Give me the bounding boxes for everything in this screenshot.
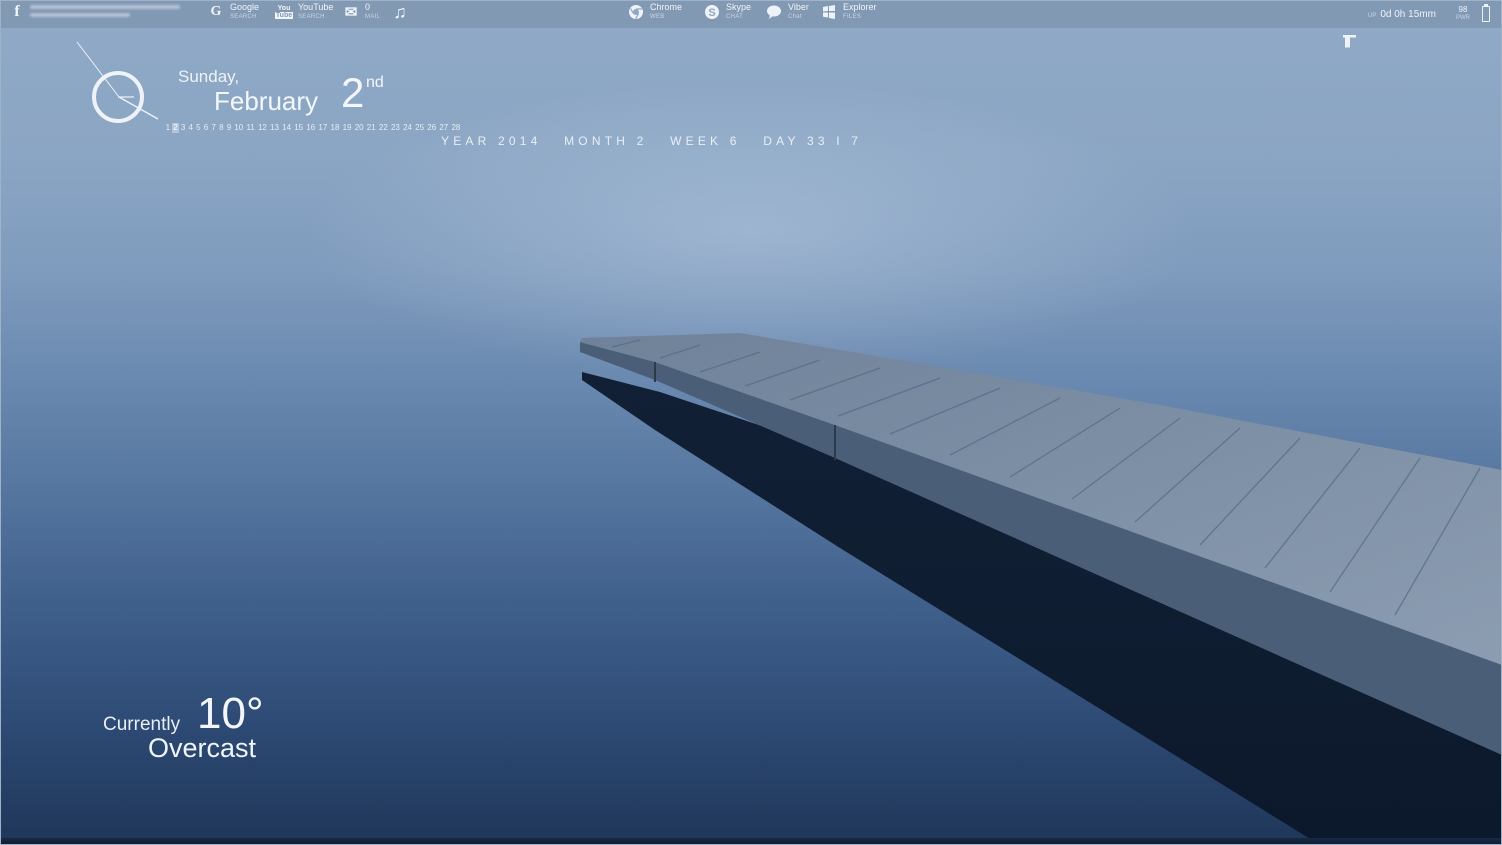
date-codes: YEAR 2014 MONTH 2 WEEK 6 DAY 33 I 7: [441, 134, 863, 148]
calendar-day: 4: [188, 123, 193, 132]
day-suffix: nd: [366, 74, 384, 91]
calendar-day: 8: [219, 123, 224, 132]
music-note-icon: ♫: [393, 1, 407, 22]
calendar-day: 9: [226, 123, 232, 132]
calendar-day: 24: [403, 123, 412, 132]
calendar-day: 28: [451, 123, 461, 132]
calendar-day: 3: [180, 123, 186, 132]
day-name: Sunday,: [178, 67, 240, 86]
uptime-readout: UP 0d 0h 15mm: [1368, 9, 1436, 20]
uptime-label: UP: [1368, 13, 1377, 19]
calendar-day: 12: [257, 123, 267, 132]
calendar-day: 16: [306, 123, 316, 132]
calendar-day: 2: [171, 123, 180, 133]
viber-launcher[interactable]: Viber Chat: [765, 3, 809, 25]
google-icon: G: [210, 4, 222, 19]
chrome-sub: WEB: [650, 14, 665, 20]
calendar-day: 15: [294, 123, 304, 132]
skype-icon: S: [703, 3, 721, 21]
weather-condition: Overcast: [148, 733, 257, 763]
weather-temperature: 10°: [197, 689, 264, 738]
windows-icon: [820, 3, 838, 21]
analog-clock: [76, 41, 159, 123]
blurred-status-text: [30, 5, 185, 22]
calendar-day: 20: [354, 123, 364, 132]
power-readout: 98 PWR: [1456, 5, 1470, 23]
calendar-day: 22: [378, 123, 388, 132]
calendar-day: 7: [211, 123, 216, 132]
music-button[interactable]: ♫: [391, 1, 414, 25]
calendar-day: 26: [427, 123, 437, 132]
chrome-icon: [627, 3, 645, 21]
google-label: Google: [230, 2, 260, 12]
calendar-day: 14: [282, 123, 292, 132]
viber-sub: Chat: [788, 14, 802, 20]
battery-icon: [1482, 4, 1490, 22]
calendar-day: 1: [165, 123, 171, 132]
explorer-sub: FILES: [843, 14, 862, 20]
calendar-day: 5: [196, 123, 201, 132]
viber-label: Viber: [788, 2, 809, 12]
google-search-button[interactable]: G Google SEARCH: [207, 3, 259, 25]
calendar-day: 21: [366, 123, 376, 132]
facebook-button[interactable]: f: [8, 3, 31, 25]
taskbar: [0, 838, 1502, 845]
power-value: 98: [1458, 5, 1468, 14]
calendar-day: 10: [234, 123, 244, 132]
uptime-value: 0d 0h 15mm: [1380, 9, 1436, 20]
facebook-icon: f: [14, 3, 20, 20]
recycle-bin-icon[interactable]: [1342, 34, 1358, 53]
chrome-launcher[interactable]: Chrome WEB: [627, 3, 682, 25]
skype-launcher[interactable]: S Skype CHAT: [703, 3, 751, 25]
mail-count: 0: [365, 2, 371, 12]
calendar-day-strip: 1 2 3 4 5 6 7 8 9 10 11 12 13 14 15 16 17 18 19 20 21 22 23 24 2…: [164, 123, 462, 133]
calendar-day: 25: [415, 123, 425, 132]
svg-text:S: S: [708, 7, 715, 19]
calendar-day: 6: [203, 123, 209, 132]
month-name: February: [214, 86, 319, 116]
youtube-search-button[interactable]: You Tube YouTube SEARCH: [274, 2, 334, 25]
power-label: PWR: [1456, 15, 1470, 21]
mail-sub: MAIL: [365, 14, 381, 20]
calendar-day: 17: [318, 123, 328, 132]
day-number: 2: [341, 69, 365, 116]
calendar-day: 19: [342, 123, 352, 132]
google-sub: SEARCH: [230, 14, 257, 20]
skype-label: Skype: [726, 2, 752, 12]
skype-sub: CHAT: [726, 14, 744, 20]
calendar-day: 23: [390, 123, 400, 132]
youtube-icon: You Tube: [274, 5, 294, 19]
explorer-launcher[interactable]: Explorer FILES: [820, 3, 877, 25]
calendar-day: 27: [439, 123, 449, 132]
explorer-label: Explorer: [843, 2, 877, 12]
calendar-day: 18: [330, 123, 340, 132]
youtube-label: YouTube: [298, 2, 334, 12]
calendar-day: 11: [246, 123, 255, 132]
mail-button[interactable]: ✉ 0 MAIL: [342, 3, 380, 25]
viber-icon: [765, 3, 783, 21]
chrome-label: Chrome: [650, 2, 683, 12]
calendar-day: 13: [270, 123, 279, 132]
youtube-sub: SEARCH: [298, 14, 325, 20]
mail-icon: ✉: [344, 4, 358, 21]
